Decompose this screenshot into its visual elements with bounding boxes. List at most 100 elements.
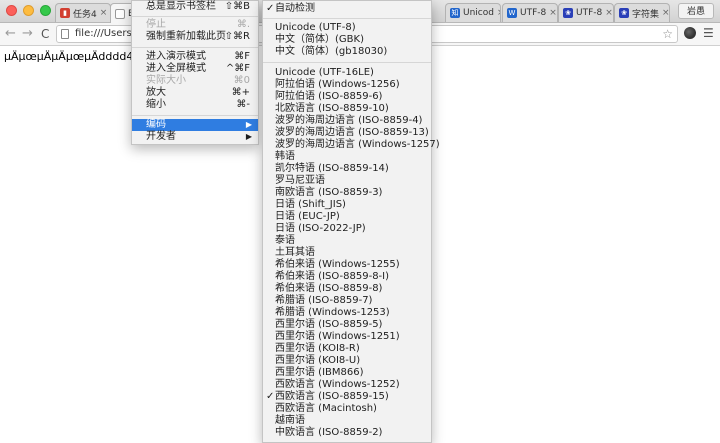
encoding-item[interactable]: 希腊语 (Windows-1253) [263,307,431,319]
menu-item-label: 希腊语 (ISO-8859-7) [275,295,373,306]
encoding-item[interactable]: 西里尔语 (IBM866) [263,367,431,379]
bookmark-star-icon[interactable]: ☆ [662,27,673,41]
encoding-item[interactable]: 西里尔语 (KOI8-U) [263,355,431,367]
close-icon[interactable]: × [100,8,108,18]
encoding-item[interactable]: 中文（简体）(GBK) [263,34,431,46]
encoding-item[interactable]: 阿拉伯语 (ISO-8859-6) [263,91,431,103]
checkmark-icon: ✓ [266,391,275,402]
menu-item-label: 开发者 [146,131,176,142]
encoding-item[interactable]: 土耳其语 [263,247,431,259]
menu-item-label: 中文（简体）(GBK) [275,34,364,45]
menu-separator [132,47,258,48]
encoding-item-auto-detect[interactable]: ✓ 自动检测 [263,3,431,15]
encoding-item[interactable]: 越南语 [263,415,431,427]
menu-item-label: 总是显示书签栏 [146,1,216,12]
back-arrow-icon[interactable]: ← [5,26,16,42]
reload-icon[interactable]: C [41,26,49,42]
menu-item-label: 凯尔特语 (ISO-8859-14) [275,163,389,174]
submenu-arrow-icon: ▶ [245,132,252,141]
menu-item-label: Unicode (UTF-8) [275,22,356,33]
menu-item-zoom-in[interactable]: 放大 ⌘+ [132,87,258,99]
menu-item-label: 中文（简体）(gb18030) [275,46,388,57]
encoding-submenu: ✓ 自动检测 Unicode (UTF-8) 中文（简体）(GBK) 中文（简体… [262,0,440,443]
menu-item-label: 波罗的海周边语言 (Windows-1257) [275,139,440,150]
menu-item-label: 中欧语言 (ISO-8859-2) [275,427,383,438]
shortcut-label: ^⌘F [225,63,250,74]
menu-item-label: 放大 [146,87,166,98]
menu-item-label: 希伯来语 (Windows-1255) [275,259,400,270]
encoding-item[interactable]: 希伯来语 (ISO-8859-8-I) [263,271,431,283]
encoding-item[interactable]: 西里尔语 (ISO-8859-5) [263,319,431,331]
url-text[interactable]: file:///Users/ [75,28,135,39]
tab-5[interactable]: ❀ UTF-8 × [558,3,614,22]
encoding-item[interactable]: 北欧语言 (ISO-8859-10) [263,103,431,115]
encoding-item-selected[interactable]: ✓ 西欧语言 (ISO-8859-15) [263,391,431,403]
tab-3[interactable]: 知 Unicod × [445,3,501,22]
menu-item-force-reload[interactable]: 强制重新加载此页 ⇧⌘R [132,31,258,43]
encoding-item[interactable]: 泰语 [263,235,431,247]
menu-item-label: 西里尔语 (IBM866) [275,367,364,378]
encoding-item[interactable]: Unicode (UTF-8) [263,22,431,34]
encoding-item[interactable]: 日语 (EUC-JP) [263,211,431,223]
minimize-window-button[interactable] [23,5,34,16]
tab-6[interactable]: ❀ 字符集 × [614,3,670,22]
menu-item-developer[interactable]: 开发者 ▶ [132,131,258,143]
encoding-item[interactable]: 凯尔特语 (ISO-8859-14) [263,163,431,175]
close-window-button[interactable] [6,5,17,16]
forward-arrow-icon[interactable]: → [22,26,33,42]
shortcut-label: ⌘+ [231,87,250,98]
encoding-item[interactable]: 日语 (ISO-2022-JP) [263,223,431,235]
view-menu: 总是显示书签栏 ⇧⌘B 停止 ⌘. 强制重新加载此页 ⇧⌘R 进入演示模式 ⌘F… [131,0,259,145]
encoding-item[interactable]: 波罗的海周边语言 (ISO-8859-4) [263,115,431,127]
favicon-icon: ▮ [60,8,70,18]
profile-button[interactable]: 岩愚 [678,3,714,19]
menu-item-label: 进入演示模式 [146,51,206,62]
menu-separator [132,16,258,17]
encoding-item[interactable]: 阿拉伯语 (Windows-1256) [263,79,431,91]
menu-item-encoding[interactable]: 编码 ▶ [132,119,258,131]
encoding-item[interactable]: 西欧语言 (Windows-1252) [263,379,431,391]
menu-item-zoom-out[interactable]: 缩小 ⌘- [132,99,258,111]
menu-item-label: 波罗的海周边语言 (ISO-8859-13) [275,127,429,138]
encoding-item[interactable]: 韩语 [263,151,431,163]
menu-item-label: 阿拉伯语 (Windows-1256) [275,79,400,90]
zoom-window-button[interactable] [40,5,51,16]
favicon-icon: ❀ [619,8,629,18]
close-icon[interactable]: × [662,8,669,18]
shortcut-label: ⌘. [236,19,250,30]
extension-icon[interactable] [684,27,696,39]
menu-item-label: 北欧语言 (ISO-8859-10) [275,103,389,114]
menu-item-presentation-mode[interactable]: 进入演示模式 ⌘F [132,51,258,63]
tab-4[interactable]: W UTF-8 × [502,3,558,22]
encoding-item[interactable]: 中欧语言 (ISO-8859-2) [263,427,431,439]
menu-item-label: 希伯来语 (ISO-8859-8) [275,283,383,294]
menu-item-show-bookmarks-bar[interactable]: 总是显示书签栏 ⇧⌘B [132,1,258,13]
tab-label: UTF-8 [520,8,547,18]
tab-label: 字符集 [632,9,660,20]
close-icon[interactable]: × [497,8,500,18]
encoding-item[interactable]: 南欧语言 (ISO-8859-3) [263,187,431,199]
encoding-item[interactable]: Unicode (UTF-16LE) [263,67,431,79]
encoding-item[interactable]: 中文（简体）(gb18030) [263,46,431,58]
encoding-item[interactable]: 日语 (Shift_JIS) [263,199,431,211]
menu-item-fullscreen[interactable]: 进入全屏模式 ^⌘F [132,63,258,75]
favicon-icon: ❀ [563,8,573,18]
encoding-item[interactable]: 波罗的海周边语言 (Windows-1257) [263,139,440,151]
browser-menu-icon[interactable]: ☰ [703,26,714,40]
close-icon[interactable]: × [549,8,557,18]
encoding-item[interactable]: 希伯来语 (Windows-1255) [263,259,431,271]
encoding-item[interactable]: 西里尔语 (KOI8-R) [263,343,431,355]
encoding-item[interactable]: 罗马尼亚语 [263,175,431,187]
menu-item-label: 强制重新加载此页 [146,31,226,42]
encoding-item[interactable]: 波罗的海周边语言 (ISO-8859-13) [263,127,431,139]
menu-separator [263,62,431,63]
menu-item-label: 日语 (Shift_JIS) [275,199,346,210]
close-icon[interactable]: × [605,8,613,18]
menu-item-label: 日语 (EUC-JP) [275,211,340,222]
encoding-item[interactable]: 希腊语 (ISO-8859-7) [263,295,431,307]
encoding-item[interactable]: 西里尔语 (Windows-1251) [263,331,431,343]
menu-item-label: 西里尔语 (KOI8-U) [275,355,361,366]
encoding-item[interactable]: 西欧语言 (Macintosh) [263,403,431,415]
tab-1[interactable]: ▮ 任务4 × [55,3,111,22]
encoding-item[interactable]: 希伯来语 (ISO-8859-8) [263,283,431,295]
